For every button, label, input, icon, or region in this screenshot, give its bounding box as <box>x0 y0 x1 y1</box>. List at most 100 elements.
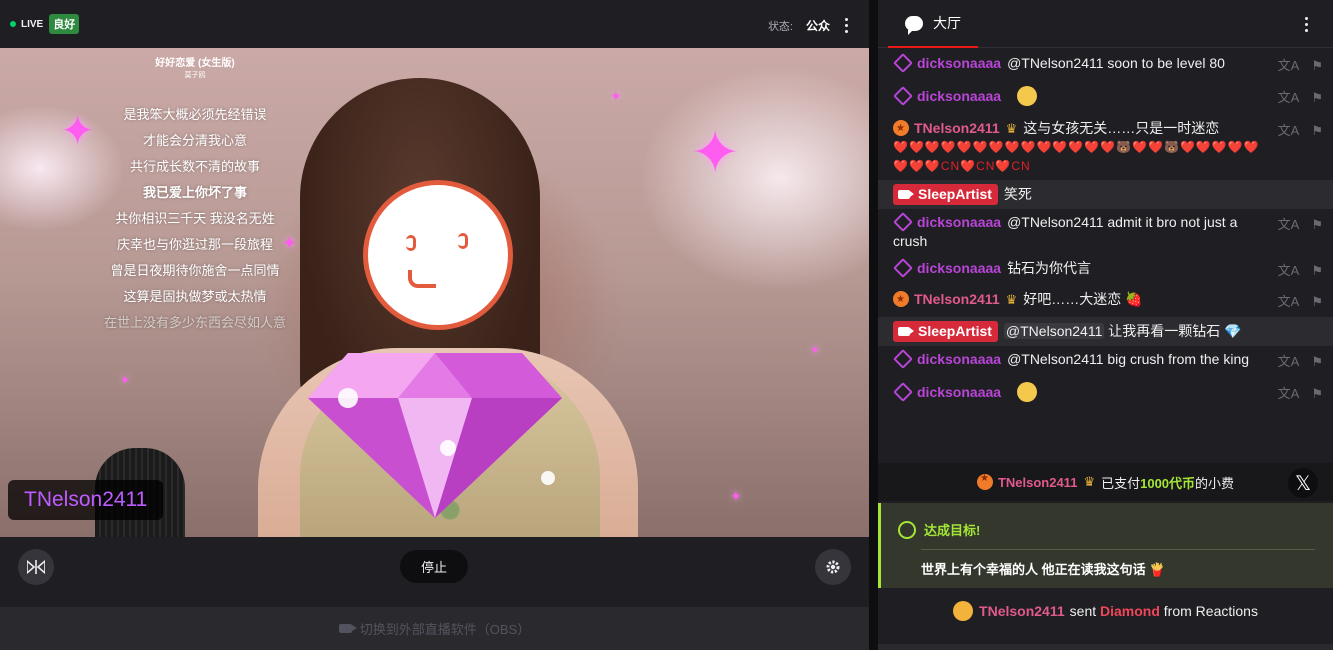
report-icon[interactable]: ⚑ <box>1311 88 1323 107</box>
chat-bubble-icon <box>905 15 923 35</box>
chat-more-icon[interactable] <box>1298 14 1314 34</box>
chat-message: dicksonaaaa 文A ⚑ <box>878 77 1333 115</box>
chat-username[interactable]: dicksonaaaa <box>917 260 1001 276</box>
slight-smile-emoji-icon <box>1017 86 1038 106</box>
streamer-badge[interactable]: SleepArtist <box>893 321 998 342</box>
goal-reached-box: 达成目标! 世界上有个幸福的人 他正在读我这句话 🍟 <box>878 503 1333 588</box>
chat-text: 让我再看一颗钻石 💎 <box>1108 323 1242 339</box>
translate-icon[interactable]: 文A <box>1278 121 1300 140</box>
live-indicator-icon <box>10 21 16 27</box>
translate-icon[interactable]: 文A <box>1278 88 1300 107</box>
translate-icon[interactable]: 文A <box>1278 261 1300 280</box>
chat-text: @TNelson2411 big crush from the king <box>1007 351 1250 367</box>
lyric-line: 这算是固执做梦或太热情 <box>123 289 267 304</box>
stream-controls: 停止 <box>0 537 869 597</box>
translate-icon[interactable]: 文A <box>1278 352 1300 371</box>
goal-title-row: 达成目标! <box>898 520 980 539</box>
gear-icon <box>826 560 840 574</box>
quality-badge: 良好 <box>49 14 80 34</box>
user-badge-icon <box>893 86 913 106</box>
chat-text: 笑死 <box>1003 186 1032 202</box>
streamer-badge[interactable]: SleepArtist <box>893 184 998 205</box>
report-icon[interactable]: ⚑ <box>1311 56 1323 75</box>
sparkle-icon: ✦ <box>730 488 742 504</box>
goal-title: 达成目标! <box>924 523 981 538</box>
stream-topbar: LIVE 良好 状态: 公众 <box>0 0 869 48</box>
chat-text: @TNelson2411 soon to be level 80 <box>1007 55 1225 71</box>
report-icon[interactable]: ⚑ <box>1311 384 1323 403</box>
report-icon[interactable]: ⚑ <box>1311 292 1323 311</box>
chat-header: 大厅 <box>878 0 1333 48</box>
smiley-sticker-icon <box>363 180 513 330</box>
sparkle-icon: ✦ <box>810 343 821 357</box>
reaction-item: Diamond <box>1100 603 1160 619</box>
lyric-line-active: 我已爱上你坏了事 <box>142 185 247 200</box>
tip-amount: 1000代币 <box>1140 475 1196 491</box>
settings-button[interactable] <box>815 549 851 585</box>
username-overlay: TNelson2411 <box>8 480 164 520</box>
streamer-name: SleepArtist <box>918 186 992 202</box>
sticker-eye <box>406 235 416 251</box>
stop-button[interactable]: 停止 <box>400 550 468 583</box>
chat-username[interactable]: dicksonaaaa <box>917 214 1001 230</box>
mention-chip[interactable]: @TNelson2411 <box>1003 323 1105 339</box>
emote-row: ❤️❤️❤️❤️❤️❤️❤️❤️❤️❤️❤️❤️❤️❤️🐻❤️❤️🐻❤️❤️❤️… <box>893 140 1260 173</box>
video-camera-icon <box>898 190 914 199</box>
chat-panel: 大厅 dicksonaaaa @TNelson2411 soon to be le… <box>878 0 1333 650</box>
user-badge-icon <box>893 53 913 73</box>
chat-username[interactable]: TNelson2411 <box>914 120 1000 136</box>
chat-username[interactable]: TNelson2411 <box>914 291 1000 307</box>
lyric-line: 曾是日夜期待你施舍一点同情 <box>110 263 280 278</box>
crown-icon: ♛ <box>1005 121 1018 136</box>
switch-to-obs-button[interactable]: 切换到外部直播软件（OBS） <box>0 607 869 650</box>
tab-lobby[interactable]: 大厅 <box>888 0 978 48</box>
chat-message-streamer: SleepArtist @TNelson2411 让我再看一颗钻石 💎 <box>878 317 1333 346</box>
slight-smile-emoji-icon <box>1017 382 1038 402</box>
chat-message-list[interactable]: dicksonaaaa @TNelson2411 soon to be level… <box>878 50 1333 462</box>
chat-username[interactable]: dicksonaaaa <box>917 351 1001 367</box>
chat-username[interactable]: dicksonaaaa <box>917 88 1001 104</box>
report-icon[interactable]: ⚑ <box>1311 261 1323 280</box>
lyrics-artist: 莫子鸥 <box>184 72 206 79</box>
user-badge-icon <box>893 382 913 402</box>
user-badge-icon <box>893 349 913 369</box>
panel-divider <box>869 0 878 650</box>
chat-username[interactable]: dicksonaaaa <box>917 384 1001 400</box>
translate-icon[interactable]: 文A <box>1278 215 1300 234</box>
lyric-line: 共行成长数不清的故事 <box>129 159 260 174</box>
lyric-line: 才能会分清我心意 <box>142 133 247 148</box>
lyrics-overlay: 好好恋爱 (女生版) 莫子鸥 是我笨大概必须先经错误 才能会分清我心意 共行成长… <box>80 54 310 336</box>
status-label: 状态: <box>767 21 793 33</box>
flip-icon <box>27 560 45 574</box>
close-tip-button[interactable]: 𝕏 <box>1288 468 1318 498</box>
chat-text: 这与女孩无关……只是一时迷恋 <box>1023 120 1220 136</box>
stream-panel: LIVE 良好 状态: 公众 好好恋爱 (女生版) 莫子鸥 是我笨大概必须先经错… <box>0 0 869 650</box>
video-preview: 好好恋爱 (女生版) 莫子鸥 是我笨大概必须先经错误 才能会分清我心意 共行成长… <box>0 48 869 537</box>
chat-message: TNelson2411 ♛ 这与女孩无关……只是一时迷恋 ❤️❤️❤️❤️❤️❤️❤… <box>878 115 1333 180</box>
report-icon[interactable]: ⚑ <box>1311 352 1323 371</box>
lyric-line: 在世上没有多少东西会尽如人意 <box>103 315 286 330</box>
chat-message: dicksonaaaa @TNelson2411 big crush from t… <box>878 346 1333 373</box>
tab-label: 大厅 <box>933 15 961 31</box>
report-icon[interactable]: ⚑ <box>1311 215 1323 234</box>
chat-username[interactable]: dicksonaaaa <box>917 55 1001 71</box>
chat-message: dicksonaaaa @TNelson2411 admit it bro not… <box>878 209 1333 255</box>
sticker-eye <box>458 233 468 249</box>
status-value[interactable]: 公众 <box>806 17 830 34</box>
sparkle-icon: ✦ <box>120 373 131 387</box>
chat-input-edge[interactable] <box>878 644 1333 650</box>
tip-username[interactable]: TNelson2411 <box>998 475 1078 490</box>
stream-more-icon[interactable] <box>838 15 854 35</box>
translate-icon[interactable]: 文A <box>1278 56 1300 75</box>
chat-text: 好吧……大迷恋 🍓 <box>1023 291 1143 307</box>
sparkle-icon: ✦ <box>690 119 741 186</box>
translate-icon[interactable]: 文A <box>1278 292 1300 311</box>
flip-camera-button[interactable] <box>18 549 54 585</box>
report-icon[interactable]: ⚑ <box>1311 121 1323 140</box>
reaction-notification: TNelson2411 sent Diamond from Reactions <box>878 592 1333 630</box>
reaction-username[interactable]: TNelson2411 <box>979 603 1065 619</box>
translate-icon[interactable]: 文A <box>1278 384 1300 403</box>
tip-text-pre: 已支付 <box>1101 475 1141 491</box>
chat-message: dicksonaaaa @TNelson2411 soon to be level… <box>878 50 1333 77</box>
user-rank-icon <box>893 119 909 138</box>
